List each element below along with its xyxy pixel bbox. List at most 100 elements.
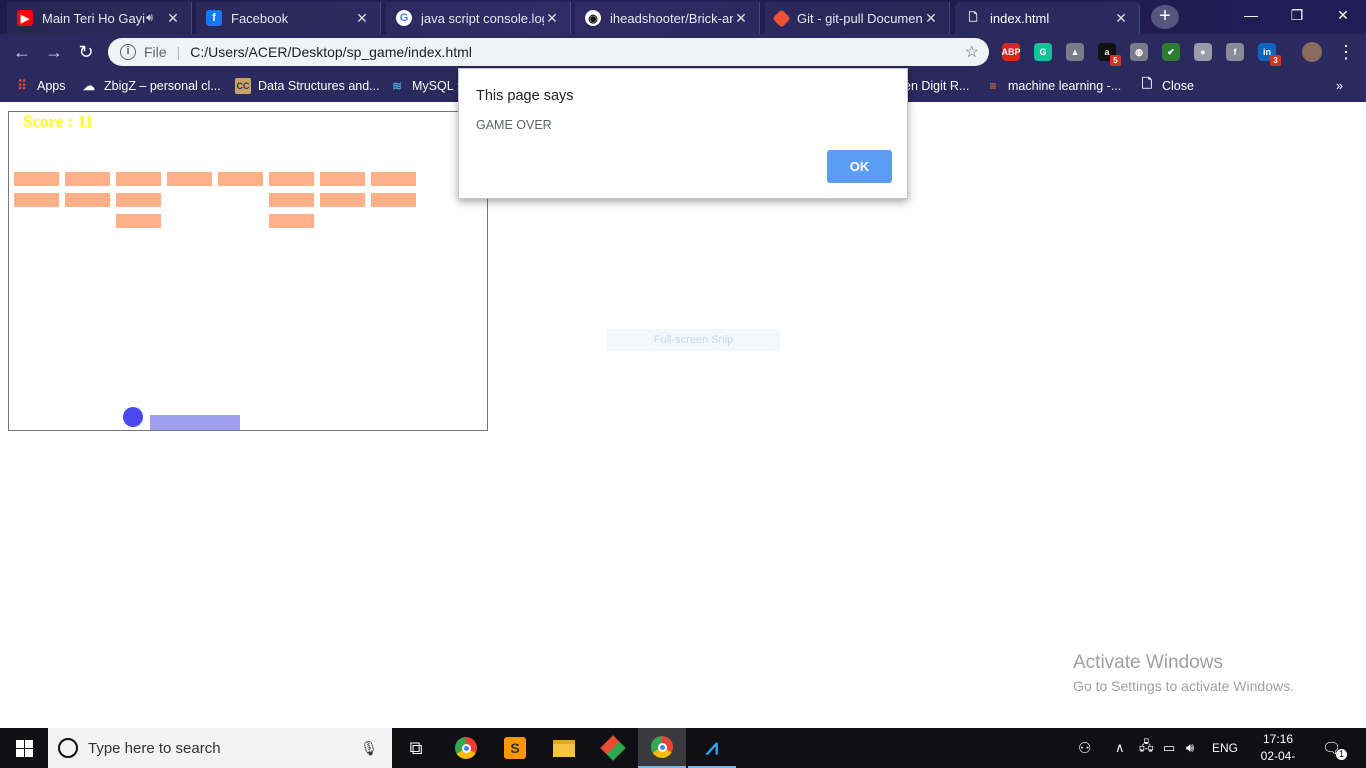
extension-circle-icon[interactable]: ● <box>1194 43 1212 61</box>
file-explorer-icon[interactable] <box>540 728 588 768</box>
brick <box>371 172 416 186</box>
google-drive-icon[interactable]: ▲ <box>1066 43 1084 61</box>
cortana-icon[interactable] <box>58 738 78 758</box>
apps-grid-icon: ⠿ <box>17 78 27 93</box>
url-text[interactable]: C:/Users/ACER/Desktop/sp_game/index.html <box>190 44 964 60</box>
brick <box>269 172 314 186</box>
facebook-icon: f <box>206 10 222 26</box>
ok-button[interactable]: OK <box>827 150 892 183</box>
profile-avatar[interactable] <box>1302 42 1322 62</box>
bookmark-data-structures[interactable]: CC Data Structures and... <box>235 77 380 95</box>
tab-title: Facebook <box>231 10 289 26</box>
more-bookmarks-chevron-icon[interactable]: » <box>1336 77 1343 95</box>
battery-icon[interactable]: ▭ <box>1163 728 1175 768</box>
todo-check-icon[interactable]: ✔ <box>1162 43 1180 61</box>
microphone-icon[interactable]: 🎙︎ <box>360 740 378 757</box>
tab-git-docs[interactable]: Git - git-pull Document ✕ <box>765 2 950 34</box>
notification-center-icon[interactable]: 🗨︎ 1 <box>1322 728 1348 768</box>
bookmark-mysql[interactable]: ≋ MySQL :: <box>389 77 464 95</box>
bookmark-apps[interactable]: ⠿ Apps <box>14 77 66 95</box>
minimize-button[interactable]: — <box>1228 0 1274 30</box>
dialog-message: GAME OVER <box>476 118 552 132</box>
close-icon[interactable]: ✕ <box>354 10 370 27</box>
brick <box>320 193 365 207</box>
tab-title: iheadshooter/Brick-and <box>610 10 733 26</box>
address-bar[interactable]: i File | C:/Users/ACER/Desktop/sp_game/i… <box>108 38 989 66</box>
reload-button[interactable]: ↻ <box>74 40 98 64</box>
brick <box>269 214 314 228</box>
facebook-ext-icon[interactable]: f <box>1226 43 1244 61</box>
volume-icon[interactable]: 🔊︎ <box>1186 728 1194 768</box>
bookmark-star-icon[interactable]: ☆ <box>965 42 979 62</box>
activate-subtitle: Go to Settings to activate Windows. <box>1073 678 1294 694</box>
chrome-active-taskbar-icon[interactable] <box>638 728 686 768</box>
tab-title: Main Teri Ho Gayi | <box>42 10 147 26</box>
paddle <box>150 415 240 430</box>
bookmark-label: Apps <box>37 79 66 93</box>
tray-chevron-up-icon[interactable]: ∧ <box>1115 728 1125 768</box>
brick <box>116 214 161 228</box>
brick <box>320 172 365 186</box>
clock-time: 17:16 <box>1262 732 1294 746</box>
forward-button[interactable]: → <box>42 40 66 64</box>
system-clock[interactable]: 17:16 02-04-2019 <box>1248 731 1308 768</box>
network-icon[interactable]: 🖧︎ <box>1139 728 1154 768</box>
bookmark-machine-learning[interactable]: ≡ machine learning -... <box>985 77 1121 95</box>
vscode-icon[interactable]: ⩘ <box>688 728 736 768</box>
url-scheme: File <box>144 44 167 60</box>
info-icon[interactable]: i <box>120 44 136 60</box>
tab-youtube[interactable]: ▶ Main Teri Ho Gayi | 🔊︎ ✕ <box>7 2 192 34</box>
back-button[interactable]: ← <box>10 40 34 64</box>
people-icon[interactable]: ⚇ <box>1078 728 1091 768</box>
new-tab-button[interactable]: + <box>1151 5 1179 29</box>
cloud-icon: ☁ <box>83 79 95 93</box>
bookmark-digit[interactable]: en Digit R... <box>904 77 969 95</box>
task-view-icon[interactable]: ⧉ <box>392 728 440 768</box>
ball <box>123 407 143 427</box>
speaker-icon[interactable]: 🔊︎ <box>146 12 153 25</box>
brick <box>167 172 212 186</box>
git-kraken-icon[interactable] <box>589 728 637 768</box>
bookmark-close[interactable]: 🗋︎ Close <box>1139 76 1194 95</box>
bookmark-label: Data Structures and... <box>258 79 380 93</box>
start-button[interactable] <box>0 728 48 768</box>
extension-badge: 3 <box>1270 55 1281 66</box>
bookmark-label: en Digit R... <box>904 79 970 93</box>
tab-title: Git - git-pull Document <box>797 10 923 26</box>
git-icon <box>772 8 791 28</box>
close-icon[interactable]: ✕ <box>733 10 749 27</box>
menu-kebab-icon[interactable]: ⋮ <box>1334 40 1358 64</box>
tab-google-search[interactable]: G java script console.log ✕ <box>386 2 571 34</box>
amazon-icon[interactable]: a5 <box>1098 43 1121 66</box>
bookmark-zbigz[interactable]: ☁ ZbigZ – personal cl... <box>81 77 221 95</box>
mysql-icon: ≋ <box>391 79 403 93</box>
sublime-text-icon[interactable]: S <box>491 728 539 768</box>
file-icon: 🗋︎ <box>968 11 978 24</box>
grammarly-icon[interactable]: G <box>1034 43 1052 61</box>
score-text: Score : 11 <box>23 112 94 131</box>
brick <box>218 172 263 186</box>
adblock-plus-icon[interactable]: ABP <box>1002 43 1021 61</box>
bookmark-label: machine learning -... <box>1008 79 1122 93</box>
close-window-button[interactable]: ✕ <box>1320 0 1366 30</box>
tab-title: java script console.log <box>421 10 544 26</box>
close-icon[interactable]: ✕ <box>1113 10 1129 27</box>
close-icon[interactable]: ✕ <box>165 10 181 27</box>
close-icon[interactable]: ✕ <box>544 10 560 27</box>
bookmark-label: Close <box>1162 79 1194 93</box>
language-indicator[interactable]: ENG <box>1212 728 1238 768</box>
windows-taskbar: Type here to search 🎙︎ ⧉ S ⩘ ⚇ ∧ 🖧︎ ▭ 🔊︎… <box>0 728 1366 768</box>
clock-date: 02-04-2019 <box>1260 749 1296 768</box>
restore-button[interactable]: ❐ <box>1274 0 1320 30</box>
tab-github[interactable]: ◉ iheadshooter/Brick-and ✕ <box>575 2 760 34</box>
tab-index-html[interactable]: 🗋︎ index.html ✕ <box>955 2 1140 34</box>
taskbar-search[interactable]: Type here to search 🎙︎ <box>48 728 392 768</box>
tab-facebook[interactable]: f Facebook ✕ <box>196 2 381 34</box>
dialog-heading: This page says <box>476 88 574 104</box>
linkedin-icon[interactable]: in 3 <box>1258 43 1281 66</box>
keep-icon[interactable]: ◍ <box>1130 43 1148 61</box>
game-canvas[interactable]: Score : 11 <box>8 111 488 431</box>
chrome-taskbar-icon[interactable] <box>442 728 490 768</box>
brick <box>116 193 161 207</box>
close-icon[interactable]: ✕ <box>923 10 939 27</box>
